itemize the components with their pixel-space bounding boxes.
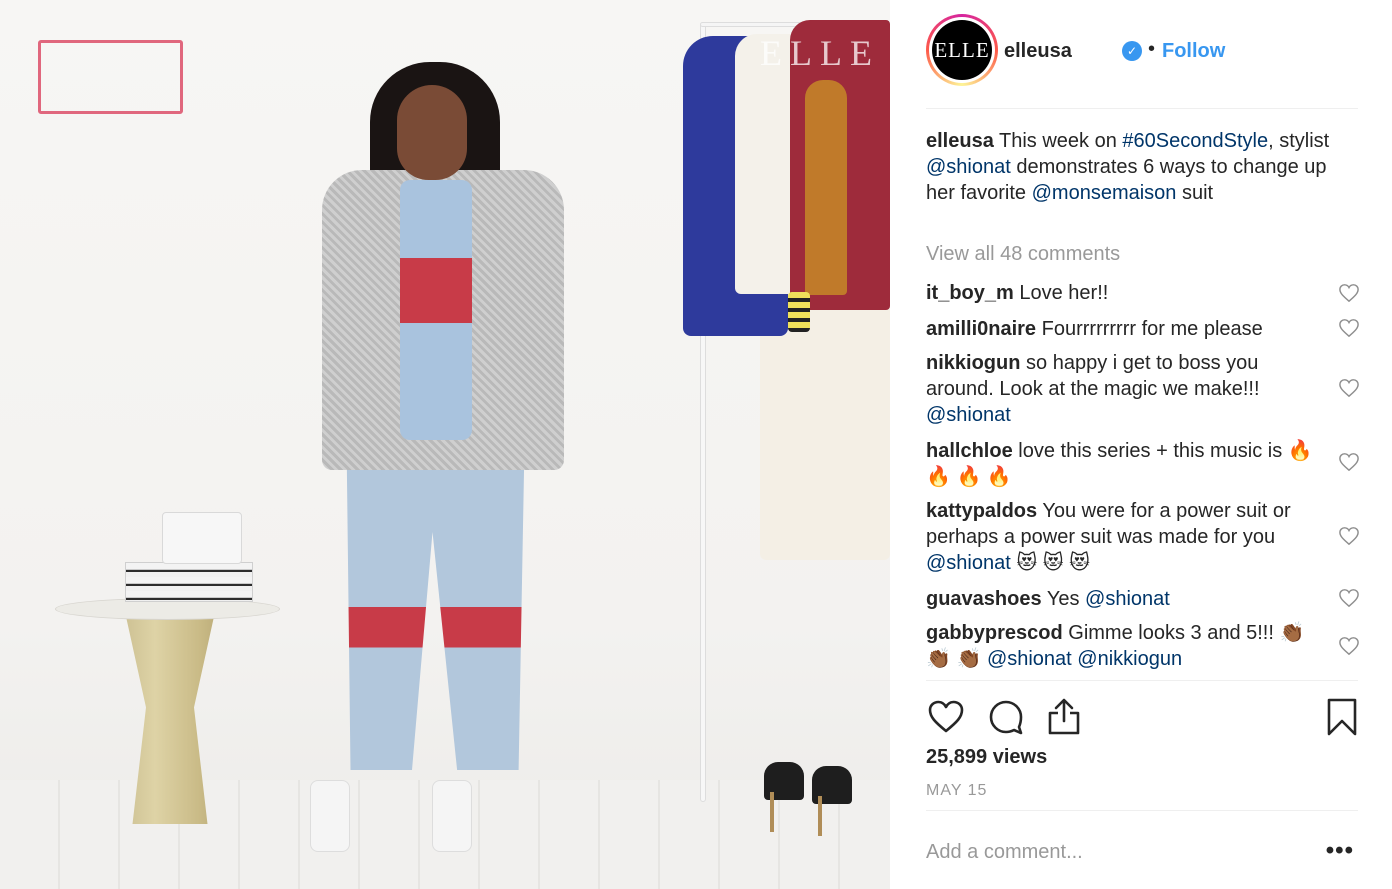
view-all-comments-link[interactable]: View all 48 comments	[926, 243, 1120, 266]
track-top	[400, 180, 472, 440]
more-options-icon[interactable]: •••	[1326, 837, 1354, 865]
comment: kattypaldos You were for a power suit or…	[926, 498, 1316, 576]
mention-link[interactable]: @shionat @nikkiogun	[987, 648, 1182, 670]
like-comment-heart-icon[interactable]	[1338, 283, 1360, 303]
verified-badge-icon: ✓	[1122, 41, 1142, 61]
like-comment-heart-icon[interactable]	[1338, 318, 1360, 338]
header-username[interactable]: elleusa	[1004, 40, 1072, 63]
white-mule-right	[432, 780, 472, 852]
elle-watermark: ELLE	[760, 33, 880, 73]
comment-username[interactable]: it_boy_m	[926, 282, 1014, 304]
decor-box	[162, 512, 242, 564]
like-comment-heart-icon[interactable]	[1338, 378, 1360, 398]
comment-text: Fourrrrrrrrr for me please	[1041, 318, 1263, 340]
orange-panel	[805, 80, 847, 295]
caption-username[interactable]: elleusa	[926, 130, 994, 152]
comment: guavashoes Yes @shionat	[926, 586, 1316, 612]
black-heel-shoe	[764, 762, 804, 832]
caption-text: suit	[1176, 182, 1214, 204]
post-caption: elleusa This week on #60SecondStyle, sty…	[926, 128, 1346, 206]
black-heel-shoe	[812, 766, 852, 836]
like-comment-heart-icon[interactable]	[1338, 452, 1360, 472]
mention-link[interactable]: @shionat	[926, 156, 1011, 178]
comment-icon[interactable]	[986, 697, 1026, 737]
mention-link[interactable]: @shionat	[926, 404, 1011, 426]
action-bar	[926, 680, 1358, 750]
comment-username[interactable]: gabbyprescod	[926, 622, 1063, 644]
heart-icon[interactable]	[926, 697, 966, 737]
comment-username[interactable]: hallchloe	[926, 440, 1013, 462]
add-comment-input[interactable]: Add a comment...	[926, 841, 1083, 864]
separator-dot: •	[1148, 38, 1156, 60]
avatar-story-ring[interactable]: ELLE	[926, 14, 998, 86]
avatar[interactable]: ELLE	[932, 20, 992, 80]
mention-link[interactable]: @shionat	[926, 552, 1011, 574]
hashtag-link[interactable]: #60SecondStyle	[1122, 130, 1268, 152]
post-details-panel: ELLE elleusa ✓ • Follow elleusa This wee…	[890, 0, 1392, 889]
comment-text: love this series + this music is	[1018, 440, 1283, 462]
post-header: ELLE elleusa ✓ • Follow	[926, 14, 1358, 109]
like-comment-heart-icon[interactable]	[1338, 636, 1360, 656]
track-pants	[346, 430, 525, 770]
book-stack	[125, 562, 253, 602]
comment-username[interactable]: nikkiogun	[926, 352, 1020, 374]
comment-username[interactable]: kattypaldos	[926, 500, 1037, 522]
comment: gabbyprescod Gimme looks 3 and 5!!! 👏🏾 👏…	[926, 620, 1316, 672]
comment-text: Gimme looks 3 and 5!!!	[1068, 622, 1274, 644]
view-count[interactable]: 25,899 views	[926, 746, 1047, 769]
comment-username[interactable]: amilli0naire	[926, 318, 1036, 340]
like-comment-heart-icon[interactable]	[1338, 526, 1360, 546]
striped-cuff	[788, 292, 810, 332]
like-comment-heart-icon[interactable]	[1338, 588, 1360, 608]
comment-username[interactable]: guavashoes	[926, 588, 1042, 610]
highlight-frame	[38, 40, 183, 114]
mention-link[interactable]: @shionat	[1085, 588, 1170, 610]
comment: hallchloe love this series + this music …	[926, 438, 1316, 490]
heart-eyes-emoji: 😻 😻 😻	[1016, 552, 1091, 574]
white-mule-left	[310, 780, 350, 852]
share-icon[interactable]	[1044, 697, 1084, 737]
add-comment-bar: Add a comment... •••	[926, 810, 1358, 889]
post-date[interactable]: MAY 15	[926, 782, 987, 800]
comment-text: Yes	[1046, 588, 1080, 610]
follow-button[interactable]: Follow	[1162, 40, 1225, 63]
comment: it_boy_m Love her!!	[926, 280, 1316, 306]
caption-text: This week on	[993, 130, 1123, 152]
post-video[interactable]: ELLE	[0, 0, 890, 889]
comment: amilli0naire Fourrrrrrrrr for me please	[926, 316, 1316, 342]
mention-link[interactable]: @monsemaison	[1032, 182, 1177, 204]
bookmark-icon[interactable]	[1322, 697, 1362, 737]
comment: nikkiogun so happy i get to boss you aro…	[926, 350, 1316, 428]
caption-text: , stylist	[1268, 130, 1330, 152]
comment-text: Love her!!	[1019, 282, 1109, 304]
model-face	[397, 85, 467, 180]
